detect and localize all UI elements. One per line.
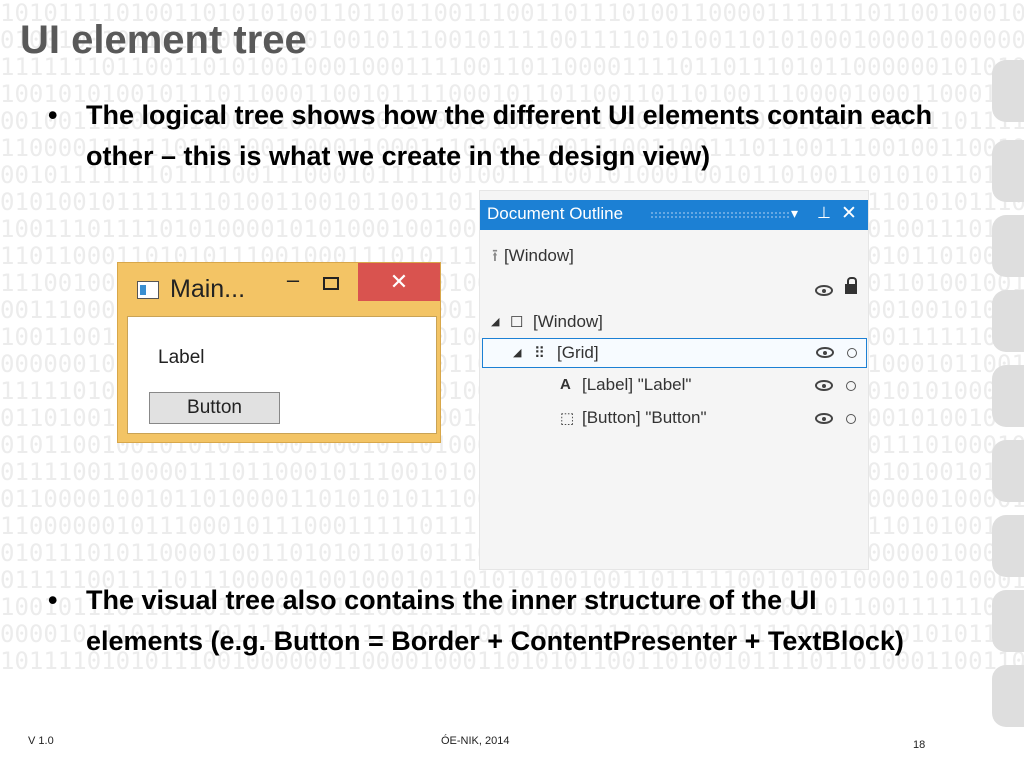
document-outline-header: Document Outline ▾ ⊥ ✕	[480, 200, 868, 230]
dropdown-icon[interactable]: ▾	[791, 205, 798, 222]
expand-arrow-icon[interactable]: ◢	[513, 346, 521, 359]
minimize-button[interactable]: –	[278, 267, 308, 293]
sample-label: Label	[158, 347, 205, 368]
eye-icon[interactable]	[816, 347, 834, 358]
window-icon: ☐	[510, 314, 524, 331]
breadcrumb-label: [Window]	[503, 246, 574, 265]
lock-toggle-circle-icon[interactable]	[847, 348, 857, 358]
eye-icon[interactable]	[815, 285, 833, 296]
pill-shape	[992, 665, 1024, 727]
pill-shape	[992, 215, 1024, 277]
tree-item-label: [Grid]	[557, 343, 599, 362]
panel-title: Document Outline	[487, 204, 624, 223]
footer-version: V 1.0	[28, 735, 54, 747]
document-outline-panel: Document Outline ▾ ⊥ ✕ ⭱ [Window] ◢ ☐ [Wi…	[480, 191, 868, 569]
drag-grip[interactable]	[650, 211, 790, 219]
breadcrumb[interactable]: ⭱ [Window]	[492, 243, 574, 272]
close-icon[interactable]: ✕	[841, 202, 857, 225]
bullet-text: The visual tree also contains the inner …	[86, 585, 904, 656]
button-icon: ⬚	[560, 410, 575, 427]
tree-item-label: [Label] "Label"	[582, 375, 692, 394]
window-client-area: Label Button	[127, 316, 437, 434]
grid-icon: ⠿	[534, 345, 545, 362]
tree-item-grid[interactable]: ◢ ⠿ [Grid]	[482, 338, 867, 368]
lock-icon[interactable]	[845, 277, 857, 294]
label-icon: A	[560, 376, 571, 393]
pill-shape	[992, 365, 1024, 427]
tree-item-button-element[interactable]: ⬚ [Button] "Button"	[480, 404, 868, 434]
window-app-icon	[137, 281, 159, 299]
footer-organization: ÓE-NIK, 2014	[441, 735, 510, 747]
pill-shape	[992, 440, 1024, 502]
eye-icon[interactable]	[815, 413, 833, 424]
maximize-button[interactable]	[323, 277, 339, 290]
tree-item-label: [Button] "Button"	[582, 408, 707, 427]
lock-toggle-circle-icon[interactable]	[846, 414, 856, 424]
pill-shape	[992, 60, 1024, 122]
sample-main-window: Main... – ✕ Label Button	[117, 262, 441, 443]
bullet-text: The logical tree shows how the different…	[86, 100, 933, 171]
bullet-dot-icon: •	[48, 100, 58, 130]
window-title: Main...	[170, 275, 246, 303]
lock-toggle-circle-icon[interactable]	[846, 381, 856, 391]
up-arrow-icon: ⭱	[492, 246, 498, 265]
tree-item-label-element[interactable]: A [Label] "Label"	[480, 371, 868, 401]
pin-icon[interactable]: ⊥	[817, 203, 831, 223]
tree-item-window[interactable]: ◢ ☐ [Window]	[480, 308, 868, 338]
pill-shape	[992, 290, 1024, 352]
close-button[interactable]: ✕	[358, 263, 440, 301]
pill-shape	[992, 140, 1024, 202]
eye-icon[interactable]	[815, 380, 833, 391]
pill-shape	[992, 515, 1024, 577]
sample-button[interactable]: Button	[149, 392, 280, 424]
pill-shape	[992, 590, 1024, 652]
slide-title: UI element tree	[20, 18, 307, 62]
decorative-right-pills	[980, 0, 1024, 768]
tree-item-label: [Window]	[533, 312, 603, 331]
bullet-dot-icon: •	[48, 585, 58, 615]
page-number: 18	[913, 739, 926, 751]
expand-arrow-icon[interactable]: ◢	[491, 315, 499, 328]
